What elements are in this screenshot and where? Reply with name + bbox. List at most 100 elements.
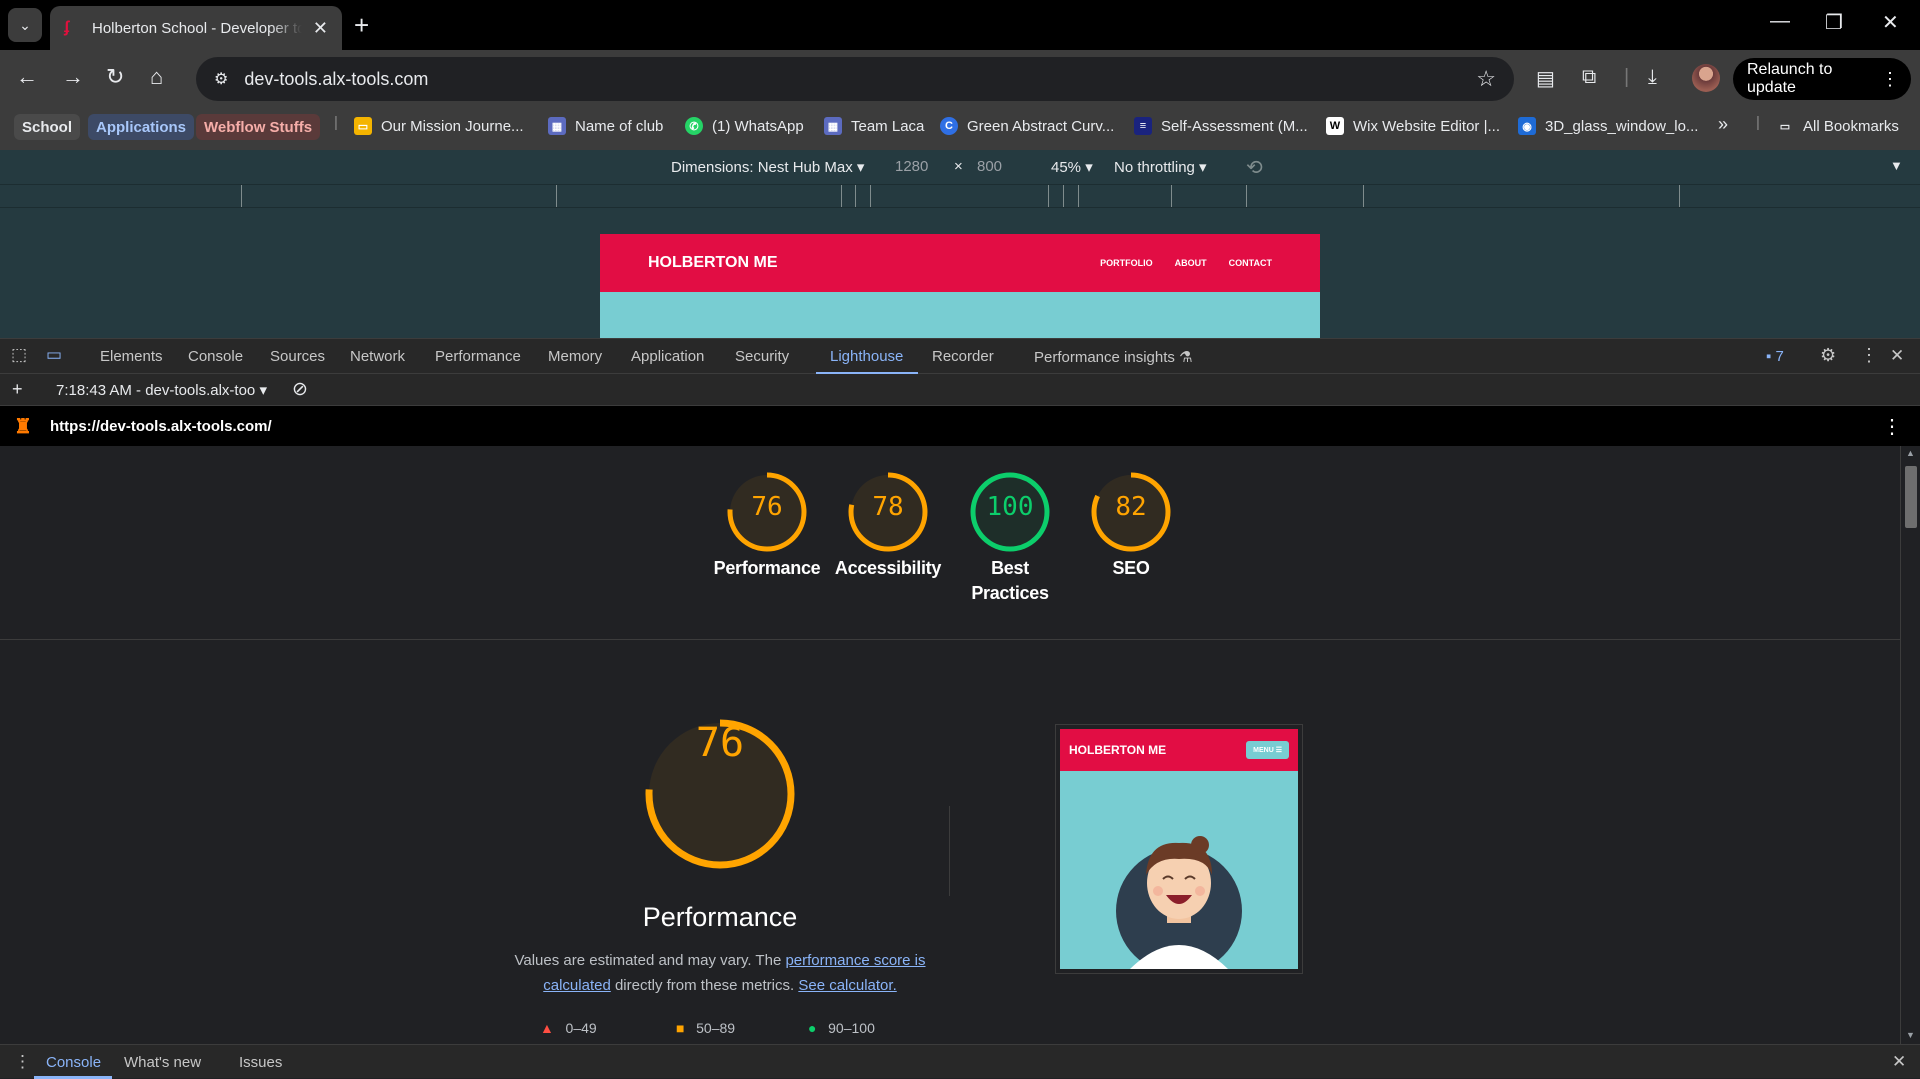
more-options-icon[interactable]: ⋮ — [1860, 345, 1878, 366]
bookmark-group-school[interactable]: School — [14, 114, 81, 140]
close-devtools-icon[interactable]: ✕ — [1890, 346, 1904, 366]
legend-label: 50–89 — [696, 1020, 736, 1036]
preview-nav-about[interactable]: ABOUT — [1175, 258, 1207, 268]
desc-text: Values are estimated and may vary. The — [514, 952, 786, 969]
settings-gear-icon[interactable]: ⚙ — [1820, 345, 1836, 366]
bookmark-item[interactable]: ≡ Self-Assessment (M... — [1134, 117, 1308, 135]
tab-security[interactable]: Security — [735, 348, 789, 365]
tab-elements[interactable]: Elements — [100, 348, 163, 365]
gauge-seo[interactable]: 82 SEO — [1071, 468, 1191, 581]
extension-icon[interactable]: ▤ — [1536, 66, 1555, 91]
restore-icon[interactable]: ❐ — [1825, 10, 1843, 35]
back-icon[interactable]: ← — [16, 64, 38, 90]
bookmark-item[interactable]: ▭ Our Mission Journe... — [354, 117, 524, 135]
tab-network[interactable]: Network — [350, 348, 405, 365]
bookmark-group-webflow[interactable]: Webflow Stuffs — [196, 114, 321, 140]
bookmark-item[interactable]: W Wix Website Editor |... — [1326, 117, 1500, 135]
tab-sources[interactable]: Sources — [270, 348, 325, 365]
minimize-icon[interactable]: — — [1770, 10, 1790, 33]
preview-nav-portfolio[interactable]: PORTFOLIO — [1100, 258, 1153, 268]
bookmark-item[interactable]: ▦ Name of club — [548, 117, 663, 135]
inspect-element-icon[interactable]: ⬚ — [11, 345, 27, 365]
scrollbar-thumb[interactable] — [1905, 466, 1917, 528]
bookmark-label: Green Abstract Curv... — [967, 117, 1115, 135]
home-icon[interactable]: ⌂ — [150, 64, 163, 90]
close-drawer-icon[interactable]: ✕ — [1892, 1052, 1906, 1072]
report-scrollbar[interactable]: ▲ ▼ — [1900, 446, 1920, 1044]
screenshot-brand: HOLBERTON ME — [1069, 743, 1167, 757]
scroll-down-icon[interactable]: ▼ — [1906, 1030, 1915, 1040]
tab-console[interactable]: Console — [188, 348, 243, 365]
dimensions-dropdown[interactable]: Dimensions: Nest Hub Max ▾ — [671, 158, 864, 176]
devtools-tabbar: ⬚ ▭ Elements Console Sources Network Per… — [0, 338, 1920, 375]
issues-counter[interactable]: ▪ 7 — [1766, 348, 1784, 365]
bookmark-item[interactable]: ✆ (1) WhatsApp — [685, 117, 804, 135]
preview-nav-contact[interactable]: CONTACT — [1229, 258, 1272, 268]
image-icon: ◉ — [1518, 117, 1536, 135]
all-bookmarks-button[interactable]: ▭ All Bookmarks — [1776, 117, 1899, 135]
zoom-dropdown[interactable]: 45% ▾ — [1051, 158, 1093, 176]
gauge-accessibility[interactable]: 78 Accessibility — [828, 468, 948, 581]
tab-performance-insights[interactable]: Performance insights ⚗ — [1034, 348, 1193, 366]
tab-application[interactable]: Application — [631, 348, 704, 365]
puzzle-icon[interactable]: ⧉ — [1582, 66, 1596, 89]
scroll-up-icon[interactable]: ▲ — [1906, 448, 1915, 458]
tab-performance[interactable]: Performance — [435, 348, 521, 365]
drawer-menu-icon[interactable]: ⋮ — [14, 1052, 31, 1072]
width-input[interactable]: 1280 — [895, 158, 928, 175]
caret-down-icon: ▾ — [259, 382, 267, 399]
page-preview[interactable]: HOLBERTON ME PORTFOLIO ABOUT CONTACT — [600, 234, 1320, 338]
see-calculator-link[interactable]: See calculator. — [798, 977, 896, 994]
new-report-plus-icon[interactable]: + — [12, 379, 23, 400]
perf-description: Values are estimated and may vary. The p… — [510, 948, 930, 998]
relaunch-button[interactable]: Relaunch to update ⋮ — [1733, 58, 1911, 100]
tab-lighthouse[interactable]: Lighthouse — [830, 348, 903, 365]
gauge-best-practices[interactable]: 100 Best Practices — [950, 468, 1070, 606]
device-options-icon[interactable]: ▼ — [1890, 158, 1903, 173]
browser-tab[interactable]: ʄ Holberton School - Developer tools ✕ — [50, 6, 342, 50]
site-info-icon[interactable]: ⚙ — [214, 69, 228, 89]
final-screenshot[interactable]: HOLBERTON ME MENU ☰ — [1055, 724, 1303, 974]
device-toggle-icon[interactable]: ▭ — [46, 345, 62, 365]
reload-icon[interactable]: ↻ — [106, 64, 124, 90]
more-bookmarks-icon[interactable]: » — [1718, 114, 1728, 135]
drawer-tab-console[interactable]: Console — [46, 1054, 101, 1071]
screenshot-page: HOLBERTON ME MENU ☰ — [1060, 729, 1298, 969]
profile-avatar[interactable] — [1692, 64, 1720, 92]
chip-label: Webflow Stuffs — [204, 118, 313, 136]
bookmark-item[interactable]: ◉ 3D_glass_window_lo... — [1518, 117, 1698, 135]
bookmark-group-applications[interactable]: Applications — [88, 114, 195, 140]
close-window-icon[interactable]: ✕ — [1882, 10, 1899, 35]
gauge-performance[interactable]: 76 Performance — [707, 468, 827, 581]
media-query-ruler — [0, 184, 1920, 208]
drawer-tab-issues[interactable]: Issues — [239, 1054, 282, 1071]
title-bar: ⌄ ʄ Holberton School - Developer tools ✕… — [0, 0, 1920, 50]
legend-label: 90–100 — [828, 1020, 875, 1036]
report-select[interactable]: 7:18:43 AM - dev-tools.alx-too ▾ — [56, 381, 267, 399]
rotate-icon[interactable]: ⟲ — [1246, 155, 1263, 180]
legend-pass: ● 90–100 — [808, 1020, 875, 1036]
clear-reports-icon[interactable]: ⊘ — [292, 378, 308, 401]
square-icon: ■ — [676, 1020, 685, 1036]
tab-title: Holberton School - Developer tools — [92, 19, 302, 37]
report-url[interactable]: https://dev-tools.alx-tools.com/ — [50, 418, 272, 435]
close-tab-icon[interactable]: ✕ — [313, 18, 328, 39]
forward-icon[interactable]: → — [62, 64, 84, 90]
bookmark-star-icon[interactable]: ☆ — [1476, 66, 1496, 92]
tab-search-button[interactable]: ⌄ — [8, 8, 42, 42]
address-bar[interactable]: ⚙ dev-tools.alx-tools.com ☆ — [196, 57, 1514, 101]
bookmark-item[interactable]: ▦ Team Laca — [824, 117, 924, 135]
address-url[interactable]: dev-tools.alx-tools.com — [244, 69, 428, 90]
report-menu-icon[interactable]: ⋮ — [1882, 414, 1902, 439]
height-input[interactable]: 800 — [977, 158, 1002, 175]
tab-memory[interactable]: Memory — [548, 348, 602, 365]
drawer-tab-whats-new[interactable]: What's new — [124, 1054, 201, 1071]
new-tab-button[interactable]: + — [354, 10, 369, 41]
times-icon: × — [954, 158, 963, 175]
gauge-score: 100 — [986, 492, 1034, 522]
bookmark-item[interactable]: C Green Abstract Curv... — [940, 117, 1114, 135]
throttling-dropdown[interactable]: No throttling ▾ — [1114, 158, 1207, 176]
bookmark-label: (1) WhatsApp — [712, 117, 804, 135]
download-icon[interactable]: ⤓ — [1648, 66, 1657, 89]
tab-recorder[interactable]: Recorder — [932, 348, 994, 365]
